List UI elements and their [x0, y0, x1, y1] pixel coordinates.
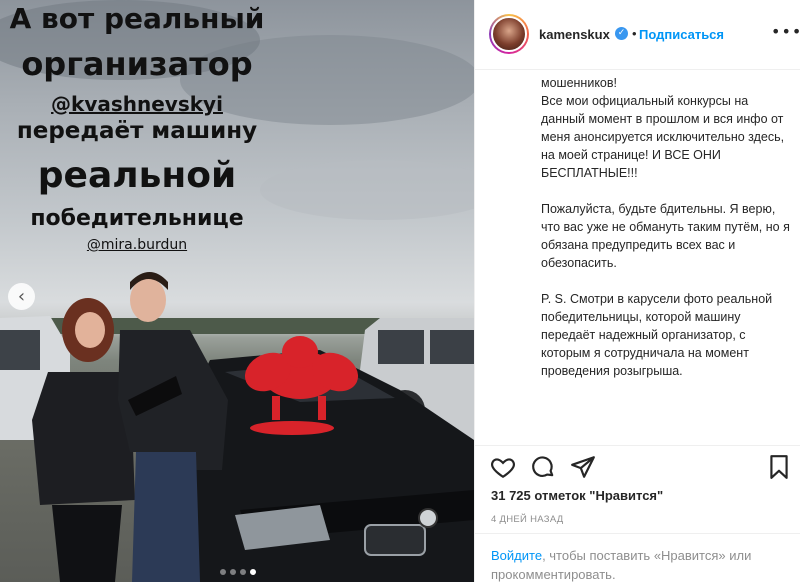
login-link[interactable]: Войдите [491, 548, 542, 563]
carousel-dot-active [250, 569, 256, 575]
comment-icon[interactable] [529, 454, 557, 482]
follow-button[interactable]: Подписаться [639, 27, 724, 42]
carousel-prev-button[interactable]: ‹ [8, 283, 35, 310]
story-mention-organizer: @kvashnevskyi [51, 92, 223, 116]
carousel-dot [230, 569, 236, 575]
heart-icon[interactable] [489, 454, 517, 482]
post-date[interactable]: 4 ДНЕЙ НАЗАД [491, 514, 564, 525]
post-caption: мошенников! Все мои официальный конкурсы… [541, 74, 791, 398]
story-text-line-5: реальной [37, 155, 237, 196]
avatar[interactable] [489, 14, 529, 54]
carousel-dots [220, 569, 256, 575]
post-photo[interactable]: А вот реальный организатор @kvashnevskyi… [0, 0, 474, 582]
story-text-line-4: передаёт машину [16, 118, 258, 144]
caption-paragraph: P. S. Смотри в карусели фото реальной по… [541, 292, 773, 378]
more-options-icon[interactable]: ••• [771, 22, 800, 41]
story-mention-winner: @mira.burdun [86, 237, 188, 253]
caption-paragraph: Пожалуйста, будьте бдительны. Я верю, чт… [541, 202, 790, 270]
photo-scene [0, 0, 474, 582]
likes-count[interactable]: 31 725 отметок "Нравится" [491, 488, 663, 503]
carousel-dot [220, 569, 226, 575]
separator-dot: • [632, 26, 637, 41]
verified-badge-icon: ✓ [615, 27, 628, 40]
action-bar [475, 445, 800, 491]
story-text-line-1: А вот реальный [9, 2, 265, 35]
username-link[interactable]: kamenskux [539, 27, 610, 42]
carousel-dot [240, 569, 246, 575]
caption-paragraph: мошенников! Все мои официальный конкурсы… [541, 76, 785, 180]
post-sidebar: kamenskux ✓ • Подписаться ••• мошенников… [474, 0, 800, 582]
post-header: kamenskux ✓ • Подписаться ••• [475, 0, 800, 70]
story-text-line-2: организатор [21, 45, 253, 83]
login-prompt: Войдите, чтобы поставить «Нравится» или … [475, 533, 800, 582]
bookmark-icon[interactable] [765, 454, 793, 482]
share-icon[interactable] [569, 454, 597, 482]
story-text-line-6: победительнице [30, 206, 244, 231]
